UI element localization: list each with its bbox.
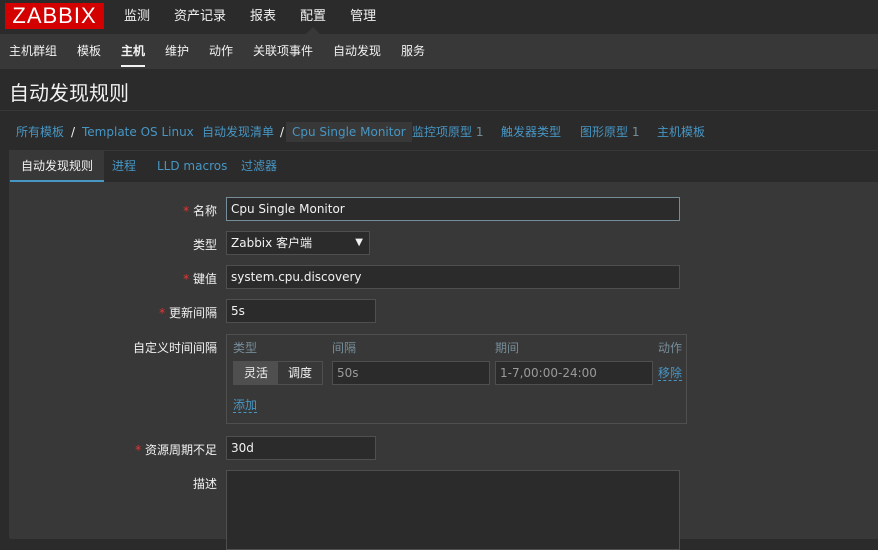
sub-menu-templates[interactable]: 模板: [77, 34, 101, 69]
tab-lld-macros[interactable]: LLD macros: [157, 151, 227, 182]
required-mark: *: [159, 306, 166, 320]
breadcrumb-host-templates[interactable]: 主机模板: [657, 114, 705, 150]
update-interval-label-text: 更新间隔: [168, 306, 217, 320]
name-input[interactable]: Cpu Single Monitor: [226, 197, 680, 221]
item-prototypes-count: 1: [475, 125, 484, 139]
sub-menu-actions[interactable]: 动作: [209, 34, 233, 69]
required-mark: *: [183, 272, 190, 286]
item-prototypes-label: 监控项原型: [412, 125, 473, 139]
remove-interval-link[interactable]: 移除: [658, 366, 683, 381]
breadcrumb-current-rule[interactable]: Cpu Single Monitor: [286, 122, 412, 142]
scheduling-toggle-button[interactable]: 调度: [278, 362, 323, 384]
breadcrumb-graph-prototypes[interactable]: 图形原型 1: [580, 114, 639, 150]
breadcrumb-item-prototypes[interactable]: 监控项原型 1: [412, 114, 483, 150]
lifetime-label-text: 资源周期不足: [144, 443, 217, 457]
col-type-header: 类型: [233, 341, 258, 355]
sub-menu-services[interactable]: 服务: [401, 34, 425, 69]
update-interval-input[interactable]: 5s: [226, 299, 376, 323]
required-mark: *: [135, 443, 142, 457]
sub-menu-discovery[interactable]: 自动发现: [333, 34, 381, 69]
col-action-header: 动作: [658, 341, 683, 355]
sub-menu-host-groups[interactable]: 主机群组: [9, 34, 57, 69]
flexible-toggle-button[interactable]: 灵活: [234, 362, 279, 384]
type-label: 类型: [192, 238, 217, 252]
sub-menu-maintenance[interactable]: 维护: [165, 34, 189, 69]
breadcrumb-all-templates[interactable]: 所有模板: [16, 114, 64, 150]
name-label: * 名称: [10, 202, 217, 219]
top-bar: ZABBIX 监测 资产记录 报表 配置 管理: [0, 0, 878, 34]
graph-prototypes-label: 图形原型: [580, 125, 629, 139]
tab-discovery-rule[interactable]: 自动发现规则: [10, 151, 105, 182]
form-panel: 自动发现规则 进程 LLD macros 过滤器 * 名称 Cpu Single…: [9, 150, 878, 550]
name-label-text: 名称: [192, 204, 217, 218]
breadcrumb: 所有模板 / Template OS Linux 自动发现清单 / Cpu Si…: [0, 114, 878, 150]
breadcrumb-separator: /: [71, 125, 76, 139]
key-label-text: 键值: [192, 272, 217, 286]
col-interval-header: 间隔: [332, 341, 357, 355]
main-menu-monitoring[interactable]: 监测: [112, 0, 162, 34]
sub-menu: 主机群组 模板 主机 维护 动作 关联项事件 自动发现 服务: [0, 34, 878, 69]
add-interval-link[interactable]: 添加: [233, 398, 258, 413]
form-tabs: 自动发现规则 进程 LLD macros 过滤器: [10, 151, 878, 183]
main-menu-inventory[interactable]: 资产记录: [162, 0, 238, 34]
custom-interval-label: 自定义时间间隔: [132, 341, 217, 355]
custom-interval-input[interactable]: 50s: [332, 361, 490, 385]
breadcrumb-discovery-list[interactable]: 自动发现清单: [202, 114, 274, 150]
key-input[interactable]: system.cpu.discovery: [226, 265, 680, 289]
tab-filters[interactable]: 过滤器: [241, 151, 277, 182]
custom-period-input[interactable]: 1-7,00:00-24:00: [495, 361, 653, 385]
interval-type-toggle: 灵活 调度: [233, 361, 324, 385]
update-interval-label: * 更新间隔: [10, 304, 217, 321]
col-period-header: 期间: [495, 341, 520, 355]
description-label: 描述: [192, 477, 217, 491]
page-header: 自动发现规则: [0, 69, 878, 111]
graph-prototypes-count: 1: [631, 125, 640, 139]
tab-process[interactable]: 进程: [112, 151, 136, 182]
breadcrumb-trigger-types[interactable]: 触发器类型: [501, 114, 561, 150]
main-menu-configuration[interactable]: 配置: [288, 0, 338, 34]
lifetime-label: * 资源周期不足: [10, 441, 217, 458]
sub-menu-hosts[interactable]: 主机: [121, 34, 146, 69]
key-label: * 键值: [10, 270, 217, 287]
custom-interval-table: 类型 间隔 期间 动作 灵活 调度 50s 1-7,00:00-24:00 移除…: [226, 334, 687, 424]
main-menu-reports[interactable]: 报表: [238, 0, 288, 34]
breadcrumb-separator: /: [280, 125, 285, 139]
lifetime-input[interactable]: 30d: [226, 436, 376, 460]
description-textarea[interactable]: [226, 470, 680, 550]
breadcrumb-template[interactable]: Template OS Linux: [82, 114, 194, 150]
required-mark: *: [183, 204, 190, 218]
zabbix-logo[interactable]: ZABBIX: [5, 3, 104, 29]
form-body: * 名称 Cpu Single Monitor 类型 Zabbix 客户端 ▼ …: [10, 183, 878, 550]
main-menu-administration[interactable]: 管理: [338, 0, 388, 34]
sub-menu-correlation[interactable]: 关联项事件: [253, 34, 313, 69]
type-select[interactable]: Zabbix 客户端 ▼: [226, 231, 370, 255]
main-menu: 监测 资产记录 报表 配置 管理: [112, 0, 388, 34]
dropdown-arrow-icon: ▼: [355, 237, 363, 248]
page-title: 自动发现规则: [9, 81, 129, 105]
type-select-value: Zabbix 客户端: [231, 236, 313, 250]
